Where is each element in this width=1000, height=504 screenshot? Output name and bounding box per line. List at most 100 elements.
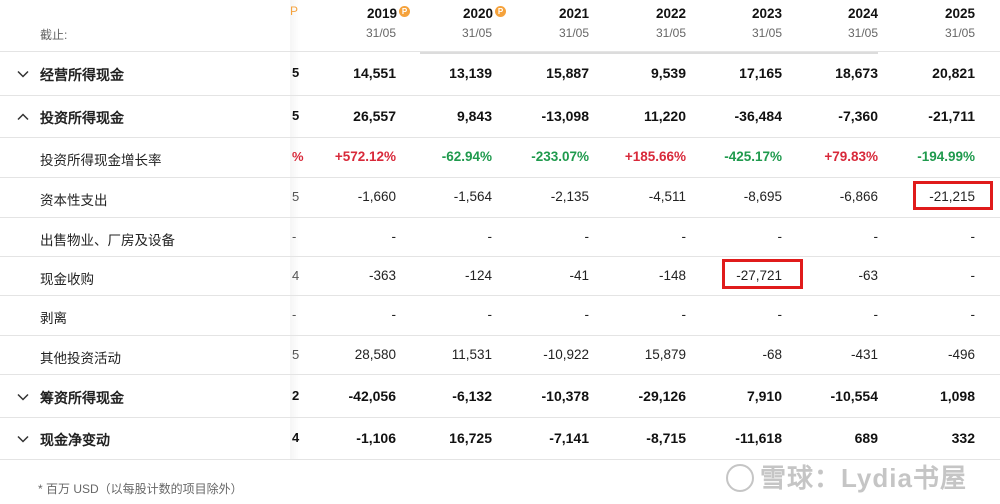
- table-cell: 15,879: [644, 346, 686, 362]
- table-cell: -10,922: [543, 346, 589, 362]
- table-row[interactable]: 投资所得现金 5 26,557 9,843 -13,098 11,220 -36,484 -7…: [0, 96, 1000, 138]
- period-end-date: 31/05: [365, 26, 396, 40]
- table-row: 其他投资活动 5 28,580 11,531 -10,922 15,879 -68 -431 -…: [0, 336, 1000, 375]
- clipped-badge: P: [290, 4, 299, 18]
- table-cell: -425.17%: [724, 149, 782, 164]
- table-cell: 26,557: [353, 108, 396, 124]
- chevron-down-icon[interactable]: [16, 432, 30, 446]
- highlight-box-acquisition-2023: [722, 259, 803, 289]
- year-header-2019: 2019 P: [330, 6, 410, 21]
- clipped-value: 5: [292, 108, 300, 123]
- table-cell: -6,132: [452, 387, 492, 404]
- table-cell: -496: [947, 346, 975, 362]
- row-label: 现金净变动: [40, 432, 110, 448]
- row-label: 其他投资活动: [40, 350, 121, 366]
- table-cell: 20,821: [932, 65, 975, 81]
- year-label: 2021: [558, 6, 589, 21]
- table-cell: -: [777, 228, 783, 244]
- table-cell: -233.07%: [531, 149, 589, 164]
- year-header-2025: 2025: [895, 6, 975, 21]
- table-cell: -4,511: [648, 189, 686, 204]
- table-cell: 9,843: [456, 108, 492, 124]
- clipped-value: -: [292, 228, 297, 244]
- clipped-value: 5: [292, 189, 300, 204]
- row-label: 剥离: [40, 311, 67, 326]
- table-cell: -194.99%: [917, 149, 975, 164]
- year-header-2023: 2023: [702, 6, 782, 21]
- table-row[interactable]: 现金净变动 4 -1,106 16,725 -7,141 -8,715 -11,618 689…: [0, 418, 1000, 460]
- table-cell: -: [681, 228, 687, 244]
- table-cell: -: [873, 228, 879, 244]
- table-cell: -10,554: [830, 387, 878, 404]
- table-cell: -: [970, 307, 976, 322]
- clipped-value: 5: [292, 65, 300, 80]
- preliminary-badge-icon[interactable]: P: [495, 6, 506, 17]
- row-label: 投资所得现金: [40, 110, 124, 126]
- table-cell: -: [873, 307, 879, 322]
- period-end-date: 31/05: [558, 26, 589, 40]
- table-cell: -7,141: [549, 430, 589, 446]
- table-cell: -: [777, 307, 783, 322]
- period-end-date: 31/05: [847, 26, 878, 40]
- table-cell: 28,580: [354, 346, 396, 362]
- table-cell: -: [487, 228, 493, 244]
- table-row: 剥离 - - - - - - - -: [0, 296, 1000, 336]
- table-cell: -1,564: [453, 189, 492, 204]
- year-label: 2019: [366, 6, 397, 21]
- preliminary-badge-icon[interactable]: P: [399, 6, 410, 17]
- watermark-text: 雪球：Lydia书屋: [760, 463, 967, 493]
- table-cell: -431: [850, 346, 878, 362]
- clipped-value: 4: [292, 430, 300, 445]
- table-cell: -148: [658, 267, 686, 283]
- table-cell: 15,887: [546, 65, 589, 81]
- table-row[interactable]: 经营所得现金 5 14,551 13,139 15,887 9,539 17,165 18,6…: [0, 52, 1000, 96]
- table-cell: -363: [368, 267, 396, 283]
- table-row[interactable]: 筹资所得现金 2 -42,056 -6,132 -10,378 -29,126 7,910 -…: [0, 375, 1000, 418]
- row-label: 资本性支出: [40, 193, 108, 208]
- period-end-date: 31/05: [461, 26, 492, 40]
- year-label: 2023: [751, 6, 782, 21]
- year-label: 2025: [944, 6, 975, 21]
- chevron-up-icon[interactable]: [16, 110, 30, 124]
- table-cell: 7,910: [746, 387, 782, 404]
- table-cell: -10,378: [541, 387, 589, 404]
- table-cell: -1,660: [357, 189, 396, 204]
- year-label: 2022: [655, 6, 686, 21]
- table-cell: -8,715: [646, 430, 686, 446]
- table-cell: -7,360: [838, 108, 878, 124]
- year-header-2022: 2022: [606, 6, 686, 21]
- table-cell: -36,484: [734, 108, 782, 124]
- table-cell: -: [487, 307, 493, 322]
- table-cell: 18,673: [835, 65, 878, 81]
- row-label: 经营所得现金: [40, 67, 124, 83]
- table-row: 资本性支出 5 -1,660 -1,564 -2,135 -4,511 -8,695 -6,8…: [0, 178, 1000, 218]
- table-cell: -21,711: [928, 108, 975, 124]
- table-cell: -29,126: [638, 387, 686, 404]
- table-cell: -42,056: [348, 387, 396, 404]
- year-label: 2024: [847, 6, 878, 21]
- period-end-date: 31/05: [655, 26, 686, 40]
- table-cell: 689: [854, 430, 878, 446]
- table-cell: 11,220: [643, 108, 686, 124]
- year-label: 2020: [462, 6, 493, 21]
- watermark: 雪球：Lydia书屋: [726, 458, 967, 495]
- highlight-box-capex-2025: [913, 181, 993, 210]
- footnote: * 百万 USD（以每股计数的项目除外）: [38, 482, 243, 496]
- table-cell: -6,866: [839, 189, 878, 204]
- table-cell: -: [681, 307, 687, 322]
- table-cell: 17,165: [739, 65, 782, 81]
- table-cell: -: [391, 228, 397, 244]
- chevron-down-icon[interactable]: [16, 390, 30, 404]
- row-label: 现金收购: [40, 271, 94, 287]
- table-cell: -2,135: [550, 189, 589, 204]
- table-header: 截止: P 2019 P 31/05 2020 P 31/05 2021 31/05 2022 3…: [0, 0, 1000, 52]
- period-end-date: 31/05: [751, 26, 782, 40]
- table-cell: 1,098: [939, 387, 975, 404]
- row-label: 筹资所得现金: [40, 389, 124, 406]
- chevron-down-icon[interactable]: [16, 67, 30, 81]
- row-label: 出售物业、厂房及设备: [40, 232, 175, 248]
- table-cell: -1,106: [356, 430, 396, 446]
- row-label: 投资所得现金增长率: [40, 153, 162, 168]
- clipped-value: 5: [292, 346, 300, 362]
- table-cell: -62.94%: [441, 149, 492, 164]
